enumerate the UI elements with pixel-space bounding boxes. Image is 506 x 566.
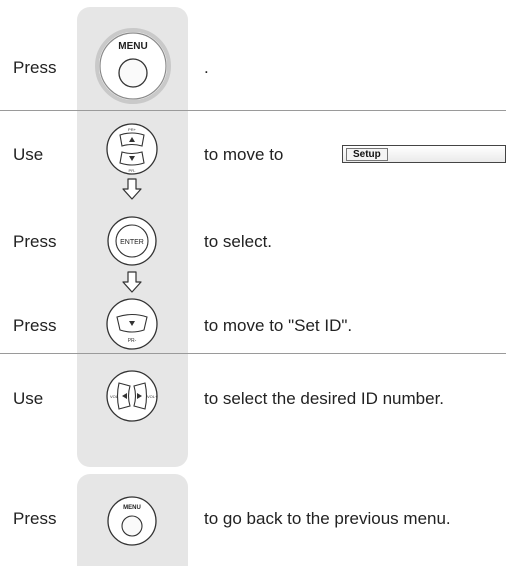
- divider: [0, 353, 506, 354]
- step6-text: to go back to the previous menu.: [204, 509, 451, 528]
- step3-verb: Press: [13, 232, 57, 251]
- menu-button[interactable]: MENU: [94, 27, 172, 105]
- step4-verb: Press: [13, 316, 57, 335]
- hand-down-arrow-icon: [122, 177, 142, 206]
- step4-text: to move to "Set ID".: [204, 316, 353, 335]
- vol-plus-label: VOL+: [147, 394, 158, 399]
- step3-text: to select.: [204, 232, 273, 251]
- divider: [0, 110, 506, 111]
- pr-down-button[interactable]: PR-: [105, 297, 159, 351]
- pr-minus-label: PR-: [128, 338, 137, 344]
- pr-minus-label: PR-: [129, 168, 137, 173]
- enter-button[interactable]: ENTER: [105, 214, 159, 268]
- vol-left-right-button[interactable]: VOL- VOL+: [105, 369, 159, 423]
- step5-text: to select the desired ID number.: [204, 389, 445, 408]
- hand-down-arrow-icon: [122, 270, 142, 299]
- setup-menu-label: Setup: [346, 148, 388, 161]
- menu-button-small-label: MENU: [123, 505, 141, 511]
- step2-verb: Use: [13, 145, 44, 164]
- pr-plus-label: PR+: [128, 127, 137, 132]
- step1-verb: Press: [13, 58, 57, 77]
- step5-verb: Use: [13, 389, 44, 408]
- menu-button-small[interactable]: MENU: [105, 494, 159, 548]
- enter-button-label: ENTER: [120, 239, 144, 246]
- setup-menu-bar: Setup: [342, 145, 506, 163]
- menu-button-label: MENU: [118, 41, 147, 52]
- step6-verb: Press: [13, 509, 57, 528]
- step2-text: to move to: [204, 145, 284, 164]
- pr-up-down-button[interactable]: PR+ PR-: [105, 122, 159, 176]
- step1-text: .: [204, 58, 209, 77]
